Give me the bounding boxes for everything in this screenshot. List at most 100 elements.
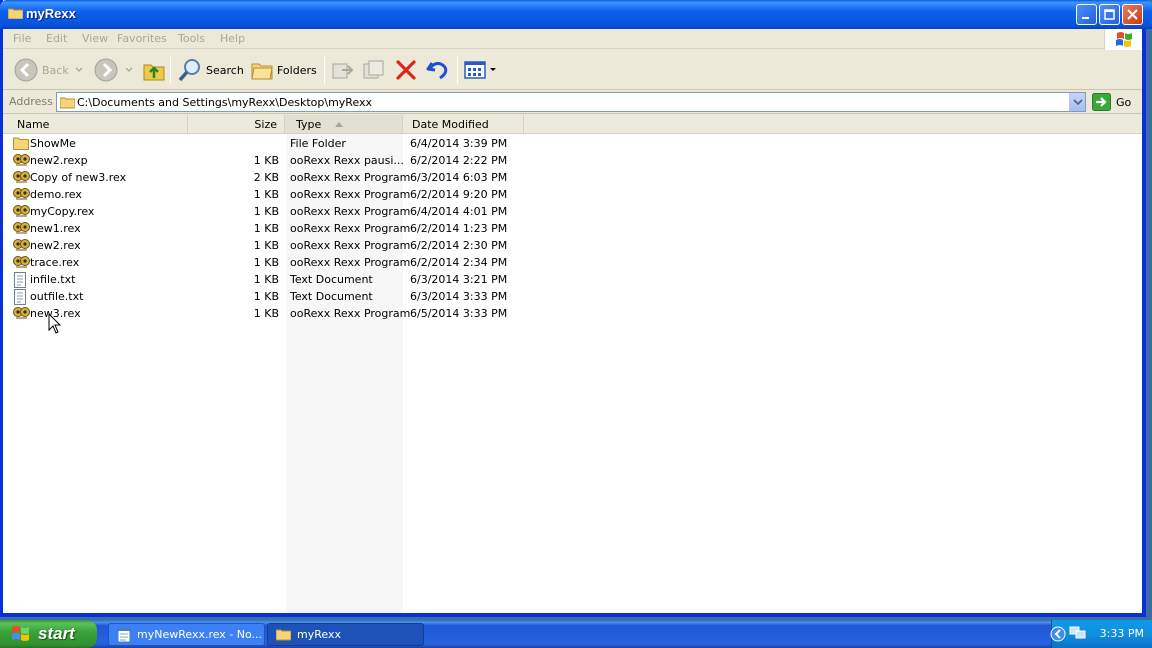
column-header-name[interactable]: Name bbox=[3, 115, 188, 133]
address-input[interactable]: C:\Documents and Settings\myRexx\Desktop… bbox=[56, 92, 1086, 112]
file-name: trace.rex bbox=[30, 256, 80, 269]
column-header-size[interactable]: Size bbox=[188, 115, 285, 133]
windows-logo bbox=[1104, 29, 1142, 50]
maximize-button[interactable] bbox=[1099, 4, 1120, 25]
column-header-date[interactable]: Date Modified bbox=[403, 115, 524, 133]
toolbar-separator bbox=[170, 56, 171, 84]
system-tray: 3:33 PM bbox=[1050, 620, 1152, 648]
column-size-label: Size bbox=[254, 118, 277, 131]
copy-to-button[interactable] bbox=[361, 56, 387, 84]
file-size: 1 KB bbox=[253, 188, 279, 201]
search-button[interactable]: Search bbox=[177, 56, 244, 84]
file-name: new2.rex bbox=[30, 239, 81, 252]
file-row[interactable]: new2.rex 1 KB ooRexx Rexx Program 6/2/2014 … bbox=[3, 237, 523, 254]
search-icon bbox=[178, 59, 200, 82]
copy-to-icon bbox=[363, 60, 384, 79]
file-row[interactable]: outfile.txt 1 KB Text Document 6/3/2014 3:3… bbox=[3, 288, 523, 305]
go-button[interactable]: Go bbox=[1092, 93, 1131, 111]
address-label: Address bbox=[9, 95, 53, 108]
file-date: 6/2/2014 2:34 PM bbox=[410, 256, 508, 269]
taskbar-item-label: myRexx bbox=[297, 628, 341, 641]
file-date: 6/2/2014 1:23 PM bbox=[410, 222, 508, 235]
go-label: Go bbox=[1116, 95, 1132, 109]
menu-bar: File Edit View Favorites Tools Help bbox=[3, 29, 1142, 50]
file-date: 6/3/2014 3:21 PM bbox=[410, 273, 508, 286]
show-hidden-icons-chevron-icon[interactable] bbox=[1050, 626, 1066, 642]
file-type: ooRexx Rexx pausi... bbox=[290, 154, 404, 167]
file-row[interactable]: infile.txt 1 KB Text Document 6/3/2014 3:21… bbox=[3, 271, 523, 288]
go-arrow-icon bbox=[1092, 93, 1111, 111]
menu-edit[interactable]: Edit bbox=[46, 32, 67, 45]
rexx-file-icon bbox=[13, 255, 30, 272]
file-date: 6/2/2014 9:20 PM bbox=[410, 188, 508, 201]
file-date: 6/5/2014 3:33 PM bbox=[410, 307, 508, 320]
start-button[interactable]: start bbox=[0, 620, 97, 648]
file-type: Text Document bbox=[290, 273, 373, 286]
folder-icon bbox=[276, 629, 291, 641]
folders-button[interactable]: Folders bbox=[250, 56, 317, 84]
file-date: 6/3/2014 3:33 PM bbox=[410, 290, 508, 303]
file-row[interactable]: demo.rex 1 KB ooRexx Rexx Program 6/2/2014 … bbox=[3, 186, 523, 203]
column-name-label: Name bbox=[17, 118, 50, 131]
window-title: myRexx bbox=[26, 6, 76, 21]
menu-tools[interactable]: Tools bbox=[178, 32, 205, 45]
minimize-button[interactable] bbox=[1076, 4, 1097, 25]
close-icon bbox=[1127, 9, 1138, 20]
file-type: ooRexx Rexx Program bbox=[290, 171, 411, 184]
file-type: ooRexx Rexx Program bbox=[290, 307, 411, 320]
forward-button[interactable] bbox=[93, 56, 135, 84]
delete-button[interactable] bbox=[394, 56, 418, 84]
folders-icon bbox=[251, 63, 273, 80]
file-row[interactable]: myCopy.rex 1 KB ooRexx Rexx Program 6/4/201… bbox=[3, 203, 523, 220]
network-icon[interactable] bbox=[1069, 625, 1087, 641]
chevron-down-icon bbox=[490, 68, 496, 71]
up-folder-button[interactable] bbox=[142, 56, 166, 84]
rexx-file-icon bbox=[13, 204, 30, 221]
file-size: 1 KB bbox=[253, 154, 279, 167]
file-type: ooRexx Rexx Program bbox=[290, 188, 411, 201]
up-folder-icon bbox=[143, 64, 165, 81]
file-date: 6/2/2014 2:30 PM bbox=[410, 239, 508, 252]
undo-button[interactable] bbox=[425, 56, 451, 84]
file-type: ooRexx Rexx Program bbox=[290, 222, 411, 235]
file-row[interactable]: new2.rexp 1 KB ooRexx Rexx pausi... 6/2/201… bbox=[3, 152, 523, 169]
file-row[interactable]: Copy of new3.rex 2 KB ooRexx Rexx Program 6… bbox=[3, 169, 523, 186]
rexx-file-icon bbox=[13, 238, 30, 255]
notepad-icon bbox=[117, 627, 131, 642]
address-dropdown-button[interactable] bbox=[1069, 93, 1085, 111]
clock: 3:33 PM bbox=[1099, 627, 1144, 640]
file-name: new1.rex bbox=[30, 222, 81, 235]
toolbar-separator bbox=[324, 56, 325, 84]
title-bar[interactable]: myRexx bbox=[0, 0, 1152, 29]
file-row[interactable]: trace.rex 1 KB ooRexx Rexx Program 6/2/2014… bbox=[3, 254, 523, 271]
menu-help[interactable]: Help bbox=[220, 32, 245, 45]
taskbar-item-notepad[interactable]: myNewRexx.rex - No... bbox=[108, 623, 265, 646]
menu-file[interactable]: File bbox=[13, 32, 31, 45]
address-bar: Address C:\Documents and Settings\myRexx… bbox=[3, 91, 1142, 114]
taskbar-item-myrexx[interactable]: myRexx bbox=[267, 623, 424, 646]
file-name: myCopy.rex bbox=[30, 205, 95, 218]
views-button[interactable] bbox=[463, 56, 497, 84]
file-size: 1 KB bbox=[253, 256, 279, 269]
file-row[interactable]: new3.rex 1 KB ooRexx Rexx Program 6/5/2014 … bbox=[3, 305, 523, 322]
address-path: C:\Documents and Settings\myRexx\Desktop… bbox=[77, 96, 373, 109]
rexx-file-icon bbox=[13, 187, 30, 204]
file-name: new2.rexp bbox=[30, 154, 88, 167]
close-button[interactable] bbox=[1122, 4, 1143, 25]
toolbar-separator bbox=[457, 56, 458, 84]
file-date: 6/3/2014 6:03 PM bbox=[410, 171, 508, 184]
file-list[interactable]: Name Size Type Date Modified ShowMe File … bbox=[3, 115, 1142, 613]
file-type: Text Document bbox=[290, 290, 373, 303]
search-label: Search bbox=[206, 63, 244, 77]
toolbar: Back Search Folders bbox=[3, 50, 1142, 90]
column-header-type[interactable]: Type bbox=[285, 115, 403, 133]
menu-view[interactable]: View bbox=[82, 32, 108, 45]
views-grid-icon bbox=[464, 61, 486, 79]
file-row[interactable]: ShowMe File Folder 6/4/2014 3:39 PM bbox=[3, 135, 523, 152]
menu-favorites[interactable]: Favorites bbox=[117, 32, 167, 45]
file-row[interactable]: new1.rex 1 KB ooRexx Rexx Program 6/2/2014 … bbox=[3, 220, 523, 237]
back-button[interactable]: Back bbox=[13, 56, 85, 84]
back-arrow-icon bbox=[14, 58, 38, 82]
column-headers: Name Size Type Date Modified bbox=[3, 115, 1142, 134]
move-to-button[interactable] bbox=[330, 56, 356, 84]
